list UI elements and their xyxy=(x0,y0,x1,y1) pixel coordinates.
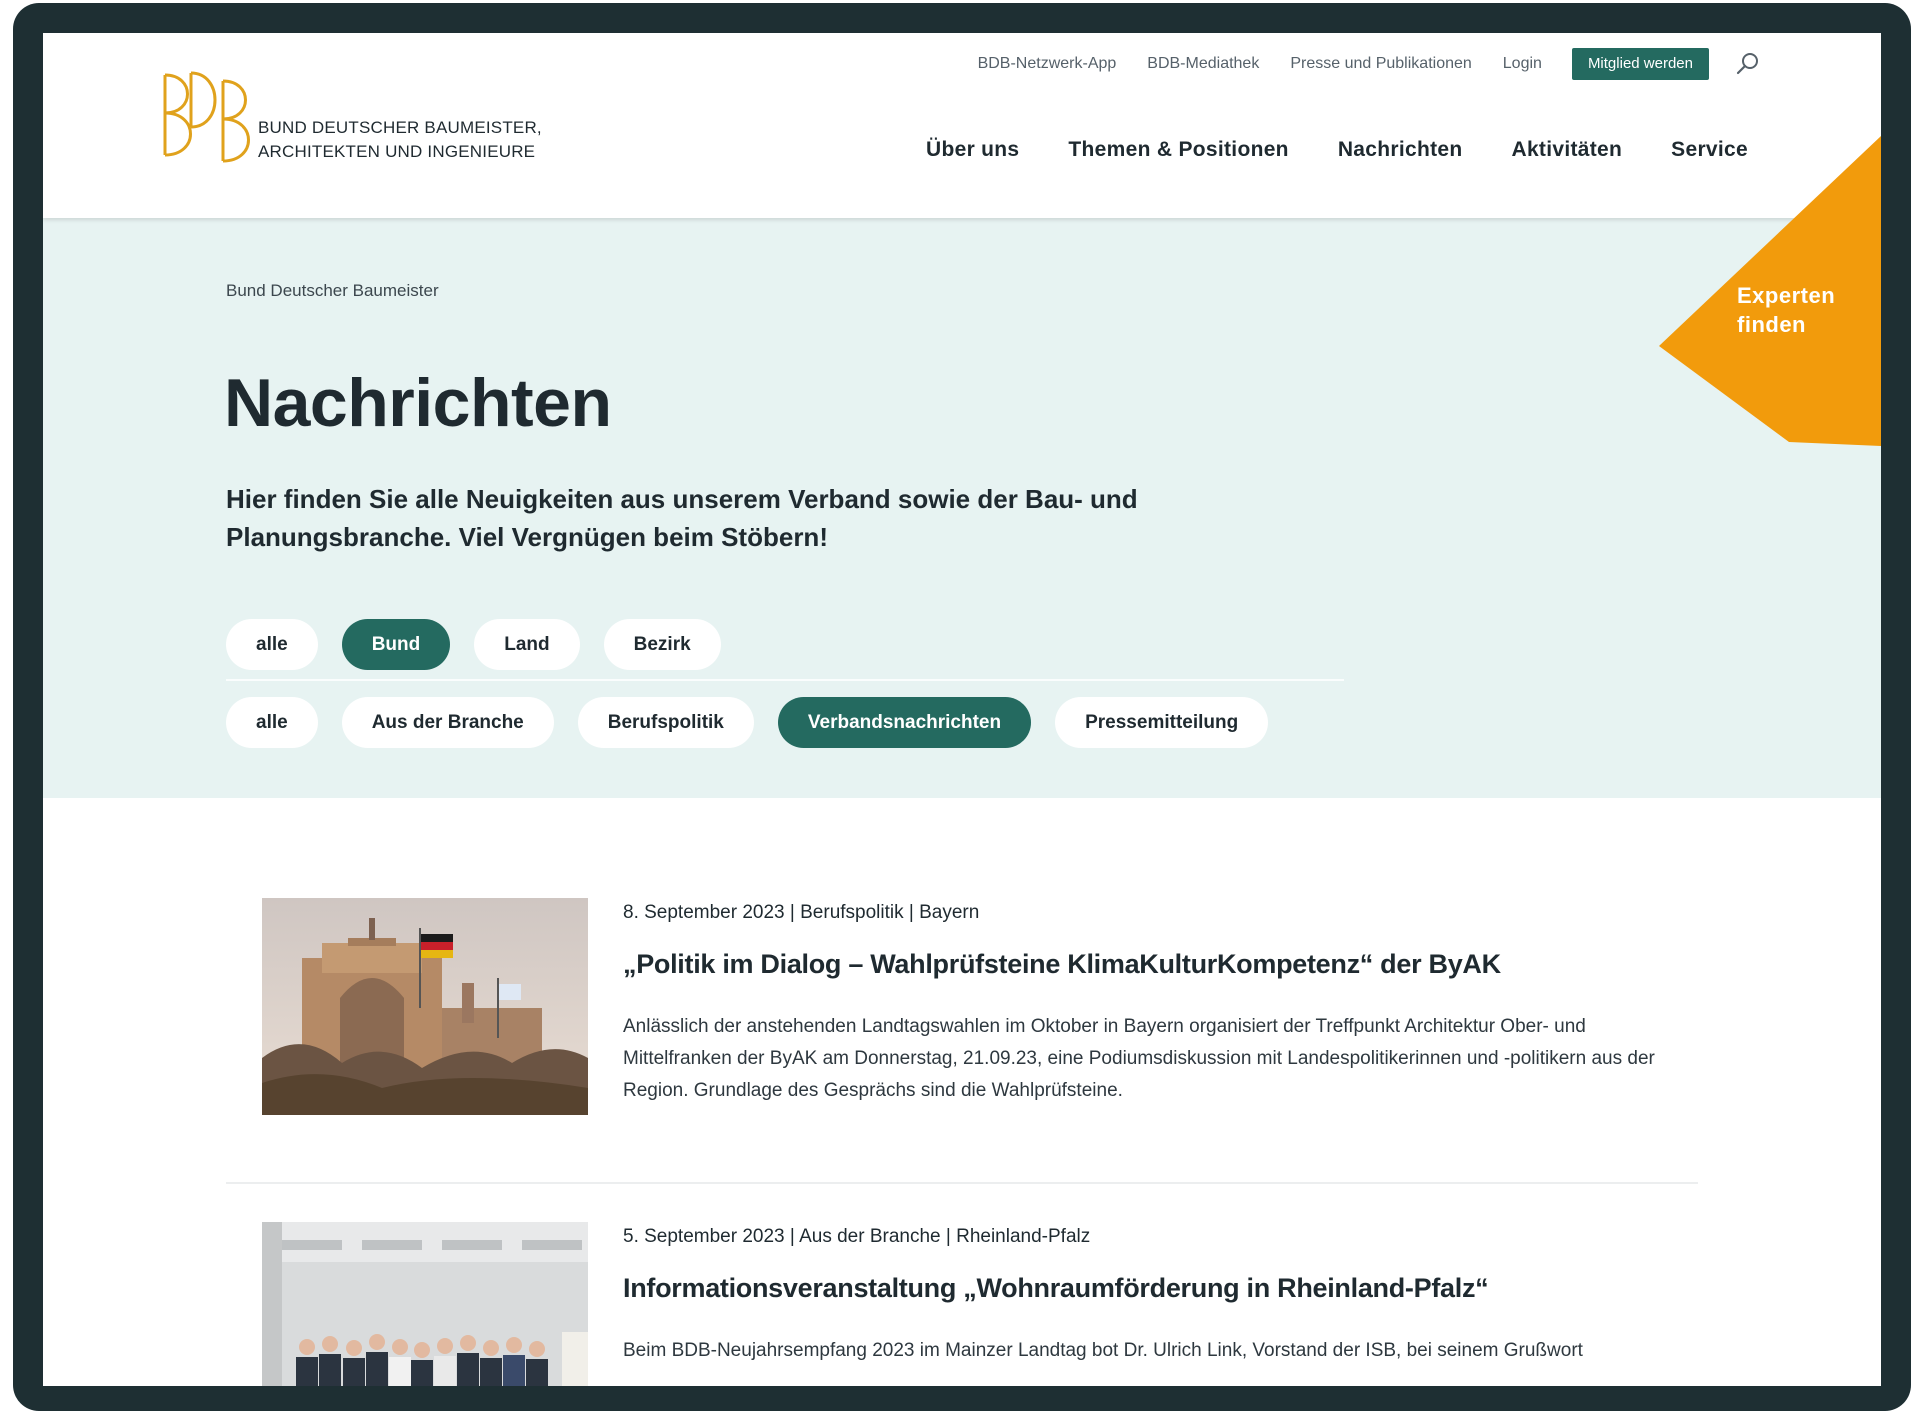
filter-category-verbandsnachrichten[interactable]: Verbandsnachrichten xyxy=(777,697,1032,748)
hero-section: Bund Deutscher Baumeister Nachrichten Hi… xyxy=(43,218,1881,798)
news-category[interactable]: Berufspolitik xyxy=(800,902,904,923)
browser-viewport: BUND DEUTSCHER BAUMEISTER, ARCHITEKTEN U… xyxy=(43,33,1881,1386)
meta-separator: | xyxy=(789,902,801,923)
badge-label: Experten finden xyxy=(1737,281,1835,339)
filter-category-pressemitteilung[interactable]: Pressemitteilung xyxy=(1055,697,1269,748)
top-link-login[interactable]: Login xyxy=(1503,55,1542,73)
news-meta: 8. September 2023 | Berufspolitik | Baye… xyxy=(623,902,979,924)
category-filter-group: alle Aus der Branche Berufspolitik Verba… xyxy=(226,697,1292,748)
logo-wordmark: BUND DEUTSCHER BAUMEISTER, ARCHITEKTEN U… xyxy=(258,116,542,164)
news-meta: 5. September 2023 | Aus der Branche | Rh… xyxy=(623,1226,1090,1248)
news-region[interactable]: Bayern xyxy=(919,902,979,923)
page-title: Nachrichten xyxy=(224,365,612,441)
nav-themen-positionen[interactable]: Themen & Positionen xyxy=(1068,138,1288,162)
news-category[interactable]: Aus der Branche xyxy=(799,1226,941,1247)
news-teaser: Beim BDB-Neujahrsempfang 2023 im Mainzer… xyxy=(623,1340,1583,1361)
nav-ueber-uns[interactable]: Über uns xyxy=(926,138,1019,162)
news-item: 5. September 2023 | Aus der Branche | Rh… xyxy=(226,1222,1698,1386)
news-item: 8. September 2023 | Berufspolitik | Baye… xyxy=(226,898,1698,1184)
bdb-logo[interactable]: BUND DEUTSCHER BAUMEISTER, ARCHITEKTEN U… xyxy=(161,67,561,167)
news-date: 5. September 2023 xyxy=(623,1226,785,1247)
news-headline[interactable]: Informationsveranstaltung „Wohnraumförde… xyxy=(623,1273,1683,1304)
filter-level-bezirk[interactable]: Bezirk xyxy=(603,619,721,670)
nav-nachrichten[interactable]: Nachrichten xyxy=(1338,138,1463,162)
top-link-presse[interactable]: Presse und Publikationen xyxy=(1290,55,1471,73)
filter-category-alle[interactable]: alle xyxy=(226,697,318,748)
news-teaser: Anlässlich der anstehenden Landtagswahle… xyxy=(623,1016,1655,1101)
breadcrumb[interactable]: Bund Deutscher Baumeister xyxy=(226,281,439,301)
site-header: BUND DEUTSCHER BAUMEISTER, ARCHITEKTEN U… xyxy=(43,33,1881,218)
news-image-group-photo[interactable] xyxy=(262,1222,588,1386)
filter-level-land[interactable]: Land xyxy=(474,619,580,670)
badge-line-1: Experten xyxy=(1737,283,1836,308)
page-lead: Hier finden Sie alle Neuigkeiten aus uns… xyxy=(226,484,1138,552)
bdb-logo-mark xyxy=(163,71,250,163)
search-icon[interactable] xyxy=(1735,51,1761,77)
filter-level-alle[interactable]: alle xyxy=(226,619,318,670)
level-filter-group: alle Bund Land Bezirk xyxy=(226,619,745,670)
main-nav: Über uns Themen & Positionen Nachrichten… xyxy=(877,138,1748,162)
mitglied-werden-button[interactable]: Mitglied werden xyxy=(1571,48,1709,80)
utility-nav: BDB-Netzwerk-App BDB-Mediathek Presse un… xyxy=(947,43,1761,85)
logo-line-1: BUND DEUTSCHER BAUMEISTER, xyxy=(258,118,542,137)
filter-category-berufspolitik[interactable]: Berufspolitik xyxy=(577,697,754,748)
filter-category-branche[interactable]: Aus der Branche xyxy=(341,697,554,748)
experten-finden-badge[interactable]: Experten finden xyxy=(1659,136,1881,446)
news-region[interactable]: Rheinland-Pfalz xyxy=(956,1226,1090,1247)
meta-separator: | xyxy=(789,1226,800,1247)
news-headline[interactable]: „Politik im Dialog – Wahlprüfsteine Klim… xyxy=(623,949,1683,980)
meta-separator: | xyxy=(908,902,920,923)
top-link-netzwerk-app[interactable]: BDB-Netzwerk-App xyxy=(978,55,1117,73)
logo-line-2: ARCHITEKTEN UND INGENIEURE xyxy=(258,142,536,161)
filter-divider xyxy=(226,679,1344,681)
device-frame: BUND DEUTSCHER BAUMEISTER, ARCHITEKTEN U… xyxy=(13,3,1911,1411)
badge-line-2: finden xyxy=(1737,312,1806,337)
news-date: 8. September 2023 xyxy=(623,902,785,923)
top-link-mediathek[interactable]: BDB-Mediathek xyxy=(1147,55,1259,73)
meta-separator: | xyxy=(945,1226,957,1247)
filter-level-bund[interactable]: Bund xyxy=(341,619,451,670)
nav-aktivitaeten[interactable]: Aktivitäten xyxy=(1511,138,1622,162)
news-image-landtag[interactable] xyxy=(262,898,588,1115)
